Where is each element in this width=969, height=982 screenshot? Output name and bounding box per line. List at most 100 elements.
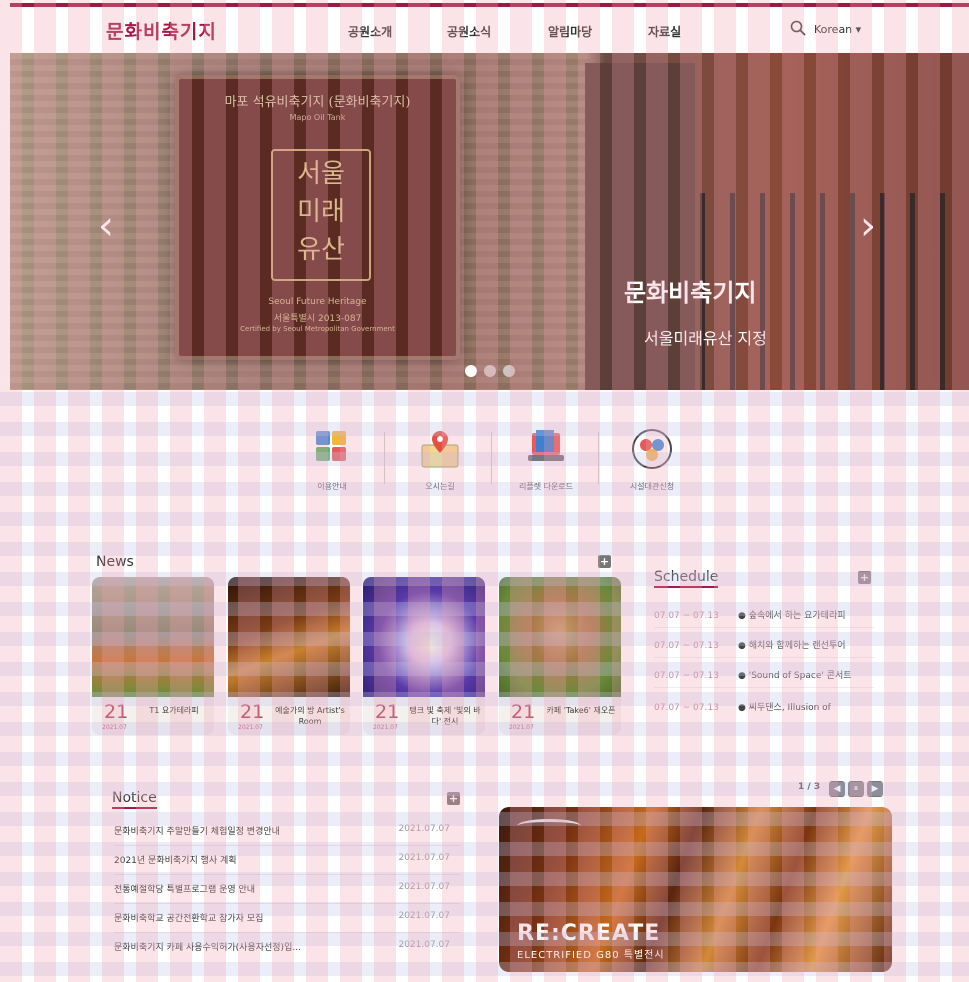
facility-icon [632,429,672,469]
notice-item-date: 2021.07.07 [398,882,450,892]
news-card-day: 21 [511,701,536,723]
promo-banner[interactable]: RE:CREATE ELECTRIFIED G80 특별전시 [499,807,892,972]
plaque-certification: Certified by Seoul Metropolitan Governme… [240,325,395,333]
news-card[interactable]: 21 2021.07 T1 요가테라피 [92,577,214,735]
plaque-english: Seoul Future Heritage [268,297,367,307]
schedule-title: Schedule [654,569,719,588]
slider-dots [465,362,522,381]
notice-title: Notice [112,790,157,809]
news-card-image [228,577,350,697]
banner-pause-icon[interactable]: ⏸ [848,781,864,797]
news-card[interactable]: 21 2021.07 카페 'Take6' 재오픈 [499,577,621,735]
news-card-image [92,577,214,697]
quick-link-guide[interactable]: 이용안내 [292,427,372,492]
news-card-image [499,577,621,697]
slider-dot-3[interactable] [503,365,515,377]
news-more-button[interactable]: + [598,555,611,568]
promo-title: RE:CREATE [517,921,661,946]
guide-icon [316,431,346,461]
news-card-month: 2021.07 [373,724,398,731]
banner-page-indicator: 1 / 3 [798,782,821,792]
heritage-plaque: 마포 석유비축기지 (문화비축기지) Mapo Oil Tank 서울 미래 유… [175,75,460,360]
news-card-month: 2021.07 [102,724,127,731]
notice-item-date: 2021.07.07 [398,853,450,863]
quick-link-leaflet[interactable]: 리플렛 다운로드 [506,427,586,492]
quick-link-label: 오시는길 [425,482,455,491]
quick-link-directions[interactable]: 오시는길 [400,427,480,492]
schedule-panel: Schedule + 07.07 ~ 07.13 ● 숲속에서 하는 요가테라피 … [640,551,888,727]
notice-item-title: 문화비축학교 공간전환학교 참가자 모집 [114,914,264,924]
notice-item-title: 2021년 문화비축기지 행사 계획 [114,856,237,866]
notice-item-title: 전통예절학당 특별프로그램 운영 안내 [114,885,256,895]
language-select[interactable]: Korean ▾ [814,23,861,36]
notice-item[interactable]: 문화비축기지 카페 사용수익허가(사용자선정)입... 2021.07.07 [114,940,460,962]
banner-next-icon[interactable]: ▶ [867,781,883,797]
plaque-seal: 서울 미래 유산 [271,149,371,281]
news-card[interactable]: 21 2021.07 예술가의 방 Artist's Room [228,577,350,735]
slider-dot-1[interactable] [465,365,477,377]
news-card[interactable]: 21 2021.07 탱크 빛 축제 '빛의 바다' 전시 [363,577,485,735]
search-icon[interactable] [790,20,806,36]
notice-item-title: 문화비축기지 주말만들기 체험일정 변경안내 [114,827,280,837]
hero-caption-text: 서울미래유산 지정 [644,329,767,348]
schedule-item[interactable]: 07.07 ~ 07.13 ● 해치와 함께하는 랜선투어 [654,638,874,658]
banner-prev-icon[interactable]: ◀ [829,781,845,797]
schedule-item-title: ● 숲속에서 하는 요가테라피 [738,611,846,621]
news-card-title: 탱크 빛 축제 '빛의 바다' 전시 [409,706,481,726]
notice-item-title: 문화비축기지 카페 사용수익허가(사용자선정)입... [114,943,301,953]
schedule-date: 07.07 ~ 07.13 [654,611,719,621]
site-header: 문화비축기지 공원소개 공원소식 알림마당 자료실 Korean ▾ [10,7,969,53]
promo-subtitle: ELECTRIFIED G80 특별전시 [517,950,665,961]
notice-item-date: 2021.07.07 [398,824,450,834]
news-card-title: 예술가의 방 Artist's Room [275,706,345,726]
schedule-date: 07.07 ~ 07.13 [654,703,719,713]
quick-link-facility[interactable]: 시설대관신청 [612,427,692,492]
notice-more-button[interactable]: + [447,792,460,805]
news-card-day: 21 [240,701,265,723]
schedule-date: 07.07 ~ 07.13 [654,641,719,651]
news-title: News [96,554,134,570]
nav-item-park-news[interactable]: 공원소식 [447,23,491,40]
news-card-day: 21 [104,701,129,723]
schedule-date: 07.07 ~ 07.13 [654,671,719,681]
news-card-title: T1 요가테라피 [149,706,199,715]
site-logo[interactable]: 문화비축기지 [106,17,217,44]
news-card-day: 21 [375,701,400,723]
hero-caption-logo: 문화비축기지 [624,278,757,307]
news-card-month: 2021.07 [238,724,263,731]
slider-next-icon[interactable]: › [860,203,876,249]
leaflet-icon [528,430,564,461]
quick-link-label: 이용안내 [317,482,347,491]
schedule-item[interactable]: 07.07 ~ 07.13 ● 씨두댄스, Illusion of [654,700,874,719]
quick-link-divider [598,432,599,484]
plaque-number: 서울특별시 2013-087 [273,314,362,324]
nav-item-resources[interactable]: 자료실 [648,23,681,40]
plaque-subtitle: Mapo Oil Tank [289,113,346,122]
news-card-title: 카페 'Take6' 재오픈 [546,706,616,715]
schedule-item[interactable]: 07.07 ~ 07.13 ● 숲속에서 하는 요가테라피 [654,608,874,628]
plaque-title: 마포 석유비축기지 (문화비축기지) [224,95,411,110]
quick-link-label: 리플렛 다운로드 [518,482,574,491]
notice-item-date: 2021.07.07 [398,940,450,950]
news-card-image [363,577,485,697]
notice-item[interactable]: 2021년 문화비축기지 행사 계획 2021.07.07 [114,853,460,875]
news-card-month: 2021.07 [509,724,534,731]
schedule-item-title: ● 해치와 함께하는 랜선투어 [738,641,846,651]
notice-panel: Notice + 문화비축기지 주말만들기 체험일정 변경안내 2021.07.0… [97,771,467,967]
nav-item-notices[interactable]: 알림마당 [548,23,592,40]
quick-link-divider [384,432,385,484]
genesis-emblem-icon [517,819,581,833]
schedule-item[interactable]: 07.07 ~ 07.13 ● 'Sound of Space' 콘서트 [654,668,874,688]
notice-item[interactable]: 문화비축기지 주말만들기 체험일정 변경안내 2021.07.07 [114,824,460,846]
quick-link-label: 시설대관신청 [629,482,675,491]
notice-item[interactable]: 전통예절학당 특별프로그램 운영 안내 2021.07.07 [114,882,460,904]
notice-item[interactable]: 문화비축학교 공간전환학교 참가자 모집 2021.07.07 [114,911,460,933]
slider-prev-icon[interactable]: ‹ [98,203,114,249]
hero-slider: 마포 석유비축기지 (문화비축기지) Mapo Oil Tank 서울 미래 유… [10,53,969,390]
map-pin-icon [421,431,459,468]
schedule-more-button[interactable]: + [858,571,871,584]
slider-dot-2[interactable] [484,365,496,377]
quick-link-divider [491,432,492,484]
nav-item-park-intro[interactable]: 공원소개 [348,23,392,40]
schedule-item-title: ● 씨두댄스, Illusion of [738,703,831,713]
